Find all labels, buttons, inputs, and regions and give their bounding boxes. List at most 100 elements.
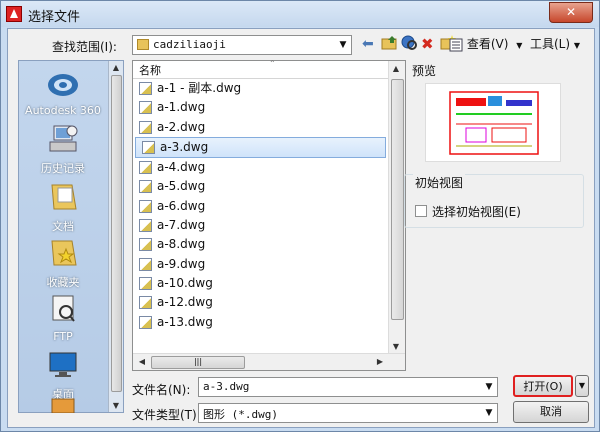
- file-row[interactable]: a-1 - 副本.dwg: [133, 79, 388, 98]
- desktop-icon: [49, 352, 77, 377]
- filetype-value: 图形 (*.dwg): [203, 408, 278, 421]
- file-name: a-8.dwg: [157, 237, 206, 252]
- dwg-file-icon: [139, 161, 152, 175]
- file-row[interactable]: a-1.dwg: [133, 98, 388, 117]
- horizontal-scrollbar[interactable]: ◀ ||| ▶: [133, 353, 405, 370]
- back-icon[interactable]: ⬅: [362, 35, 374, 55]
- file-row[interactable]: a-2.dwg: [133, 118, 388, 137]
- title-bar[interactable]: 选择文件 ✕: [1, 1, 599, 27]
- initial-view-checkbox-label[interactable]: 选择初始视图(E): [432, 203, 521, 220]
- views-label: 查看(V): [466, 37, 509, 51]
- place-ftp[interactable]: FTP: [19, 293, 107, 343]
- lookin-combo[interactable]: cadziliaoji ▼: [132, 35, 352, 55]
- place-more[interactable]: [19, 397, 107, 416]
- filename-label: 文件名(N):: [132, 383, 191, 397]
- documents-icon: [51, 184, 77, 210]
- place-history[interactable]: 历史记录: [19, 123, 107, 176]
- file-name: a-1 - 副本.dwg: [157, 81, 242, 95]
- drawing-preview-image: [425, 83, 561, 162]
- tools-label: 工具(L): [530, 37, 571, 51]
- places-scroll-thumb[interactable]: [111, 75, 122, 392]
- file-row[interactable]: a-3.dwg: [135, 136, 386, 159]
- autocad-logo-icon: [6, 6, 22, 22]
- scroll-left-icon[interactable]: ◀: [135, 357, 149, 366]
- cloud-icon: [48, 74, 78, 96]
- file-row[interactable]: a-12.dwg: [133, 293, 388, 312]
- close-button[interactable]: ✕: [549, 2, 593, 23]
- up-folder-icon[interactable]: [381, 35, 399, 55]
- scroll-up-icon[interactable]: ▲: [389, 64, 403, 73]
- search-web-icon[interactable]: [401, 35, 419, 55]
- places-scrollbar[interactable]: ▲ ▼: [108, 61, 123, 412]
- place-documents[interactable]: 文档: [19, 181, 107, 234]
- list-header[interactable]: 名称 ⌃: [133, 59, 388, 79]
- file-row[interactable]: a-4.dwg: [133, 158, 388, 177]
- vertical-scroll-thumb[interactable]: [391, 79, 404, 320]
- open-options-dropdown[interactable]: ▼: [575, 375, 589, 397]
- folder-icon: [137, 39, 149, 50]
- delete-icon[interactable]: ✖: [421, 35, 434, 55]
- filetype-select[interactable]: 图形 (*.dwg) ▼: [198, 403, 498, 423]
- filename-value: a-3.dwg: [203, 380, 250, 393]
- views-icon: [449, 38, 463, 51]
- history-icon: [49, 125, 78, 152]
- file-row[interactable]: a-6.dwg: [133, 197, 388, 216]
- dialog-body: 查找范围(I): cadziliaoji ▼ ⬅ ✖ 查看(V) ▼ 工具(L)…: [7, 28, 595, 428]
- lookin-label: 查找范围(I):: [52, 40, 117, 54]
- file-name: a-4.dwg: [157, 160, 206, 175]
- place-favorites[interactable]: 收藏夹: [19, 237, 107, 290]
- dwg-file-icon: [139, 120, 152, 134]
- file-list[interactable]: 名称 ⌃ a-1 - 副本.dwg a-1.dwg a-2.dwg a-3.dwg a-…: [132, 59, 406, 371]
- file-name: a-5.dwg: [157, 179, 206, 194]
- file-name: a-6.dwg: [157, 198, 206, 213]
- file-row[interactable]: a-10.dwg: [133, 274, 388, 293]
- dwg-file-icon: [142, 140, 155, 154]
- file-name: a-2.dwg: [157, 119, 206, 134]
- horizontal-scroll-thumb[interactable]: |||: [151, 356, 245, 369]
- file-row[interactable]: a-7.dwg: [133, 216, 388, 235]
- open-button[interactable]: 打开(O): [513, 375, 573, 397]
- select-file-dialog: 选择文件 ✕ 查找范围(I): cadziliaoji ▼ ⬅ ✖ 查看(V) …: [0, 0, 600, 432]
- initial-view-group: 初始视图 选择初始视图(E): [404, 174, 584, 228]
- filename-input[interactable]: a-3.dwg ▼: [198, 377, 498, 397]
- chevron-down-icon[interactable]: ▼: [337, 38, 349, 52]
- initial-view-checkbox[interactable]: [415, 205, 427, 217]
- tools-chevron-icon: ▼: [573, 41, 581, 50]
- favorites-icon: [51, 240, 77, 266]
- chevron-down-icon[interactable]: ▼: [483, 406, 495, 420]
- dwg-file-icon: [139, 238, 152, 252]
- file-row[interactable]: a-5.dwg: [133, 177, 388, 196]
- preview-label: 预览: [412, 64, 437, 78]
- views-menu[interactable]: 查看(V) ▼: [449, 35, 522, 55]
- scroll-right-icon[interactable]: ▶: [373, 357, 387, 366]
- scroll-down-icon[interactable]: ▼: [389, 342, 403, 351]
- dwg-file-icon: [139, 219, 152, 233]
- dwg-file-icon: [139, 101, 152, 115]
- file-row[interactable]: a-13.dwg: [133, 313, 388, 332]
- place-label: 文档: [52, 220, 74, 233]
- file-row[interactable]: a-9.dwg: [133, 255, 388, 274]
- views-chevron-icon: ▼: [516, 41, 523, 50]
- dwg-file-icon: [139, 315, 152, 329]
- place-autodesk-360[interactable]: Autodesk 360: [19, 69, 107, 117]
- cancel-button[interactable]: 取消: [513, 401, 589, 423]
- file-row[interactable]: a-8.dwg: [133, 235, 388, 254]
- file-rows: a-1 - 副本.dwg a-1.dwg a-2.dwg a-3.dwg a-4.dwg…: [133, 79, 388, 332]
- place-desktop[interactable]: 桌面: [19, 349, 107, 402]
- place-label: Autodesk 360: [25, 104, 101, 117]
- chevron-down-icon[interactable]: ▼: [483, 380, 495, 394]
- dwg-file-icon: [139, 276, 152, 290]
- file-name: a-7.dwg: [157, 218, 206, 233]
- file-name: a-12.dwg: [157, 295, 213, 310]
- dwg-file-icon: [139, 296, 152, 310]
- place-label: 历史记录: [41, 162, 85, 175]
- column-name-header[interactable]: 名称: [139, 62, 161, 78]
- tools-menu[interactable]: 工具(L) ▼: [530, 35, 580, 55]
- file-name: a-9.dwg: [157, 256, 206, 271]
- scroll-up-icon[interactable]: ▲: [109, 63, 123, 72]
- dwg-file-icon: [139, 199, 152, 213]
- dwg-file-icon: [139, 82, 152, 95]
- vertical-scrollbar[interactable]: ▲ ▼: [388, 61, 405, 354]
- scroll-down-icon[interactable]: ▼: [109, 401, 123, 410]
- dialog-title: 选择文件: [28, 10, 81, 25]
